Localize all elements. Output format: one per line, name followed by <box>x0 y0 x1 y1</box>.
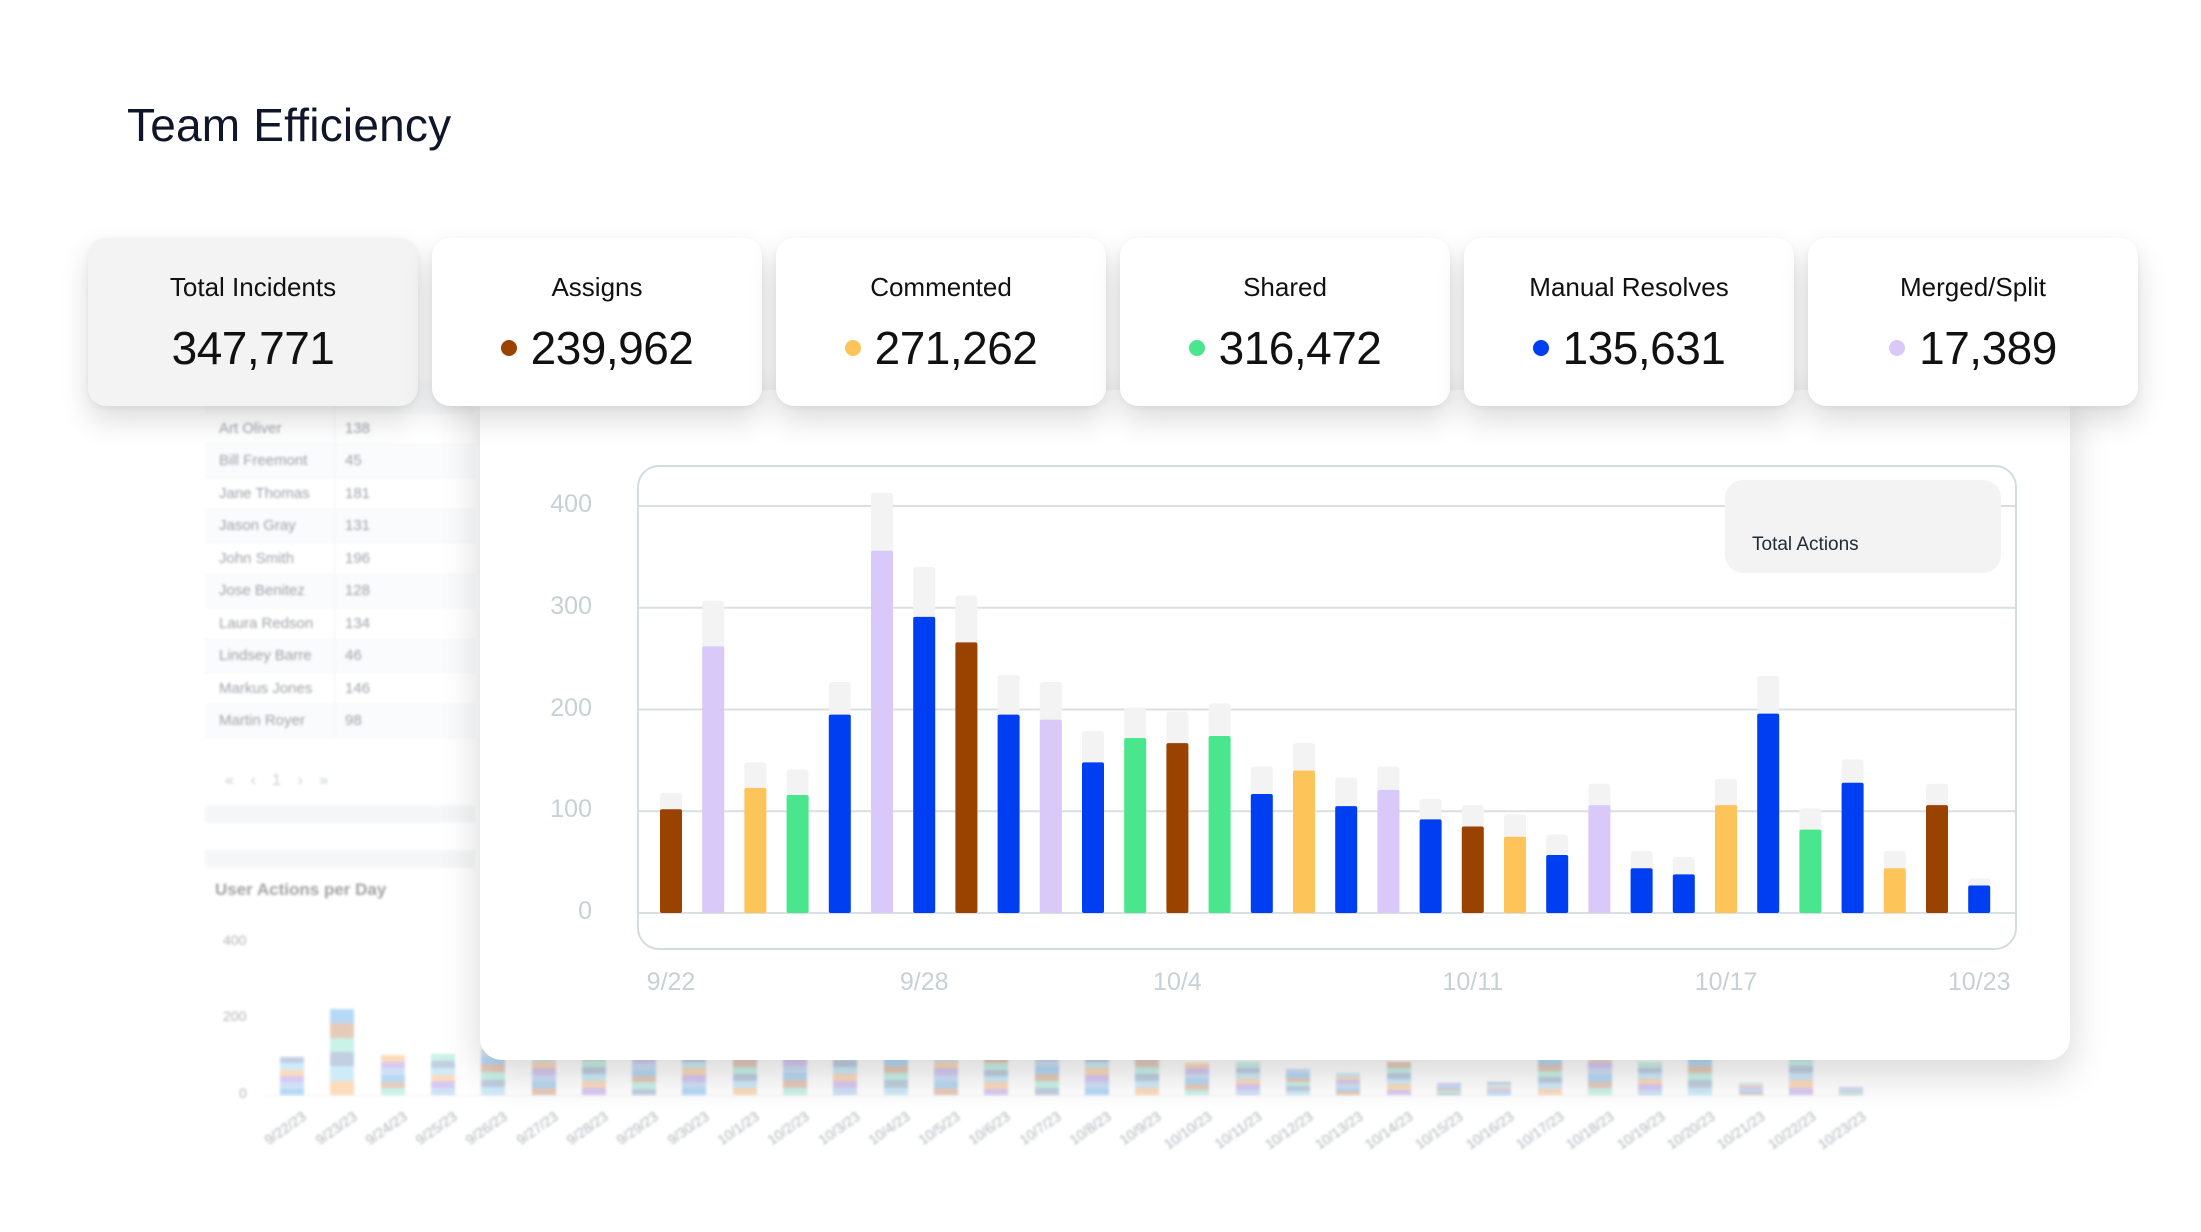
series-bar[interactable] <box>828 714 851 913</box>
series-bar[interactable] <box>786 794 809 913</box>
series-bar[interactable] <box>1461 826 1484 913</box>
total-actions-chart <box>639 492 2015 914</box>
series-bar[interactable] <box>1630 868 1653 913</box>
card-number: 347,771 <box>171 322 335 374</box>
card-total-incidents[interactable]: Total Incidents 347,771 <box>88 238 418 406</box>
series-bar[interactable] <box>1250 793 1273 913</box>
series-bar[interactable] <box>1166 743 1189 913</box>
series-bar[interactable] <box>1588 805 1611 913</box>
y-tick-label: 200 <box>550 693 592 722</box>
series-bar[interactable] <box>1377 789 1400 913</box>
x-tick-label: 10/17 <box>1694 968 1758 996</box>
legend-dot-icon <box>1889 340 1906 356</box>
series-bar[interactable] <box>1546 855 1569 913</box>
series-bar[interactable] <box>871 550 893 913</box>
series-bar[interactable] <box>1293 770 1315 913</box>
x-tick-label: 10/23 <box>1947 968 2011 996</box>
series-bar[interactable] <box>660 809 682 913</box>
card-number: 135,631 <box>1562 322 1726 374</box>
series-bar[interactable] <box>1039 719 1062 913</box>
x-tick-label: 10/11 <box>1442 968 1504 996</box>
series-bar[interactable] <box>1883 868 1906 913</box>
series-bar[interactable] <box>1504 836 1526 913</box>
card-assigns[interactable]: Assigns 239,962 <box>432 238 762 406</box>
card-label: Shared <box>1243 272 1327 302</box>
card-shared[interactable]: Shared 316,472 <box>1120 238 1450 406</box>
series-bar[interactable] <box>702 646 725 913</box>
x-tick-label: 9/28 <box>899 968 949 996</box>
y-tick-label: 400 <box>550 490 592 518</box>
card-label: Total Incidents <box>169 272 337 302</box>
card-commented[interactable]: Commented 271,262 <box>776 238 1106 406</box>
legend-dot-icon <box>1188 340 1205 356</box>
series-bar[interactable] <box>997 714 1020 913</box>
legend-dot-icon <box>500 340 517 356</box>
card-merged-split[interactable]: Merged/Split 17,389 <box>1808 238 2138 406</box>
series-bar[interactable] <box>1799 829 1822 913</box>
x-tick-label: 9/22 <box>646 968 696 996</box>
card-label: Assigns <box>551 272 643 302</box>
series-bar[interactable] <box>1419 819 1442 913</box>
series-bar[interactable] <box>1672 874 1695 913</box>
series-bar[interactable] <box>955 642 978 913</box>
card-manual-resolves[interactable]: Manual Resolves 135,631 <box>1464 238 1794 406</box>
card-number: 17,389 <box>1919 322 2057 374</box>
series-bar[interactable] <box>1757 713 1780 913</box>
x-tick-label: 10/4 <box>1153 968 1202 996</box>
card-value: 347,771 <box>172 321 335 375</box>
legend-label: Total Actions <box>1752 534 1859 555</box>
card-number: 316,472 <box>1218 322 1382 374</box>
series-bar[interactable] <box>1082 762 1104 913</box>
series-bar[interactable] <box>1926 805 1948 913</box>
stat-cards: Total Incidents 347,771 Assigns 239,962 … <box>88 238 2138 406</box>
y-tick-label: 300 <box>550 591 592 620</box>
y-tick-label: 0 <box>578 897 592 925</box>
card-number: 239,962 <box>530 322 694 374</box>
series-bar[interactable] <box>913 616 936 913</box>
series-bar[interactable] <box>1968 885 1991 913</box>
series-bar[interactable] <box>1841 782 1864 913</box>
legend-dot-icon <box>844 340 861 356</box>
legend-dot-icon <box>1532 340 1549 356</box>
card-number: 271,262 <box>874 322 1038 374</box>
card-label: Manual Resolves <box>1529 272 1729 302</box>
card-label: Merged/Split <box>1900 272 2046 302</box>
series-bar[interactable] <box>744 787 767 913</box>
card-label: Commented <box>870 272 1012 302</box>
series-bar[interactable] <box>1124 737 1147 913</box>
series-bar[interactable] <box>1335 806 1358 913</box>
y-tick-label: 100 <box>550 795 592 824</box>
legend[interactable] <box>1725 480 2001 573</box>
series-bar[interactable] <box>1715 805 1737 913</box>
series-bar[interactable] <box>1208 735 1231 913</box>
